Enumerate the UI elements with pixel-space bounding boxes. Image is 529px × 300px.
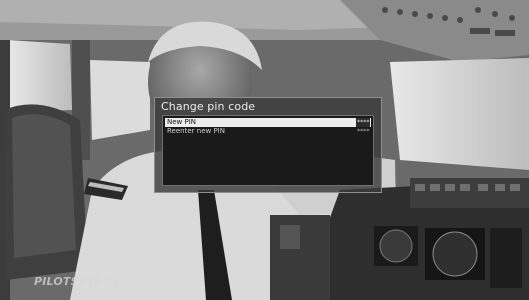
reenter-pin-input[interactable]: **** bbox=[356, 127, 370, 136]
new-pin-input[interactable]: **** bbox=[356, 118, 370, 127]
change-pin-dialog: Change pin code New PIN **** Reenter new… bbox=[154, 97, 382, 193]
reenter-pin-label: Reenter new PIN bbox=[167, 127, 225, 135]
reenter-pin-row[interactable]: Reenter new PIN **** bbox=[165, 127, 371, 136]
tv-screen: Change pin code New PIN **** Reenter new… bbox=[0, 0, 529, 300]
dialog-title: Change pin code bbox=[161, 100, 256, 113]
dialog-body: New PIN **** Reenter new PIN **** bbox=[162, 115, 374, 186]
new-pin-label: New PIN bbox=[167, 118, 197, 126]
new-pin-row[interactable]: New PIN **** bbox=[165, 118, 371, 127]
channel-watermark-logo: PILOTSEYE.tv bbox=[34, 275, 120, 288]
